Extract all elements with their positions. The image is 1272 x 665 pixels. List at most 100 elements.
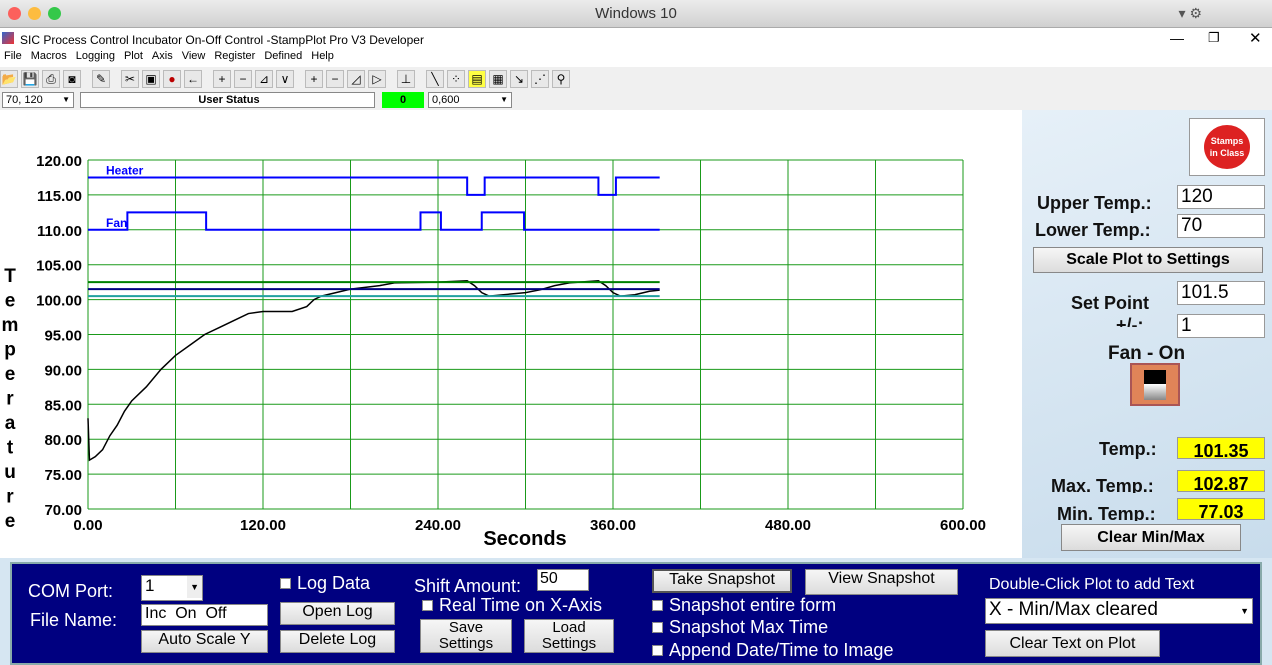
- lower-temp-label: Lower Temp.:: [1035, 220, 1151, 240]
- lower-temp-input[interactable]: 70: [1177, 214, 1265, 238]
- load-settings-button[interactable]: Load Settings: [524, 619, 614, 653]
- plus-icon[interactable]: +: [305, 70, 323, 88]
- fan-switch[interactable]: [1130, 363, 1180, 406]
- x-tick-label: 240.00: [415, 517, 461, 534]
- log-data-label: Log Data: [297, 573, 371, 593]
- delete-log-button[interactable]: Delete Log: [280, 630, 395, 653]
- menu-register[interactable]: Register: [214, 50, 255, 62]
- minus-icon[interactable]: −: [326, 70, 344, 88]
- range-select[interactable]: 70, 120 ▼: [2, 92, 74, 108]
- fan-status-label: Fan - On: [1108, 343, 1186, 364]
- log-data-checkbox[interactable]: Log Data: [280, 573, 370, 594]
- com-port-value: 1: [145, 576, 155, 595]
- menu-view[interactable]: View: [182, 50, 206, 62]
- x-tick-label: 360.00: [590, 517, 636, 534]
- axis-icon[interactable]: ⊥: [397, 70, 415, 88]
- os-title-bar: Windows 10 ▾ ⚙: [0, 0, 1272, 28]
- y-tick-label: 115.00: [37, 188, 82, 205]
- temperature-chart[interactable]: 70.0075.0080.0085.0090.0095.00100.00105.…: [0, 110, 1022, 558]
- toolbar: 📂 💾 ⎙ ◙ ✎ ✂ ▣ ● ← + − ⊿ ∨ + − ◿ ▷ ⊥ ╲ ⁘ ▤ ▦ ↘ ⋰ ⚲: [0, 67, 1272, 91]
- append-date-checkbox[interactable]: Append Date/Time to Image: [652, 640, 893, 661]
- append-date-label: Append Date/Time to Image: [669, 640, 894, 660]
- range-value: 70, 120: [6, 94, 43, 106]
- app-icon: [2, 32, 14, 44]
- zoom-out-icon[interactable]: ∨: [276, 70, 294, 88]
- plot-area[interactable]: 70.00 75.00 80.00 85.00 90.00 95.00 100.00 105.…: [0, 110, 1022, 558]
- user-status: User Status: [80, 92, 375, 108]
- expand-icon[interactable]: ◿: [347, 70, 365, 88]
- series-line-trace-2: [87, 279, 660, 462]
- eraser-icon[interactable]: ✎: [92, 70, 110, 88]
- real-time-checkbox[interactable]: Real Time on X-Axis: [422, 595, 602, 616]
- x-tick-label: 600.00: [940, 517, 986, 534]
- x-tick-label: 120.00: [240, 517, 286, 534]
- gear-icon[interactable]: ▾ ⚙: [1179, 5, 1202, 22]
- probe-icon[interactable]: ↘: [510, 70, 528, 88]
- take-snapshot-button[interactable]: Take Snapshot: [652, 569, 792, 593]
- menu-defined[interactable]: Defined: [264, 50, 302, 62]
- menu-plot[interactable]: Plot: [124, 50, 143, 62]
- restore-button[interactable]: ❐: [1208, 30, 1220, 46]
- upper-temp-label: Upper Temp.:: [1037, 193, 1152, 213]
- y-tick-label: 120.00: [36, 153, 82, 170]
- magnifier-icon[interactable]: ⚲: [552, 70, 570, 88]
- scale-plot-button[interactable]: Scale Plot to Settings: [1033, 247, 1263, 273]
- minimize-button[interactable]: —: [1170, 30, 1184, 46]
- plot-text-select[interactable]: X - Min/Max cleared ▼: [985, 598, 1253, 624]
- temp-value: 101.35: [1177, 437, 1265, 459]
- clipboard-icon[interactable]: ▦: [489, 70, 507, 88]
- com-port-select[interactable]: 1 ▼: [141, 575, 203, 601]
- points-icon[interactable]: ⁘: [447, 70, 465, 88]
- minus-icon[interactable]: −: [234, 70, 252, 88]
- camera-icon[interactable]: ◙: [63, 70, 81, 88]
- shrink-icon[interactable]: ▷: [368, 70, 386, 88]
- clear-text-button[interactable]: Clear Text on Plot: [985, 630, 1160, 657]
- open-log-button[interactable]: Open Log: [280, 602, 395, 625]
- y-tick-label: 100.00: [36, 293, 82, 310]
- double-click-hint: Double-Click Plot to add Text: [989, 576, 1195, 593]
- snapshot-form-label: Snapshot entire form: [669, 595, 837, 615]
- back-arrow-icon[interactable]: ←: [184, 70, 202, 88]
- series-label: Heater: [106, 163, 144, 177]
- snapshot-form-checkbox[interactable]: Snapshot entire form: [652, 595, 836, 616]
- save-icon[interactable]: 💾: [21, 70, 39, 88]
- shift-amount-input[interactable]: 50: [537, 569, 589, 591]
- stamps-in-class-logo: Stamps in Class: [1189, 118, 1265, 176]
- min-temp-value: 77.03: [1177, 498, 1265, 520]
- stop-icon[interactable]: ●: [163, 70, 181, 88]
- set-point-input[interactable]: 101.5: [1177, 281, 1265, 305]
- real-time-label: Real Time on X-Axis: [439, 595, 603, 615]
- upper-temp-input[interactable]: 120: [1177, 185, 1265, 209]
- monitor-icon[interactable]: ▣: [142, 70, 160, 88]
- min-temp-label: Min. Temp.:: [1057, 504, 1156, 521]
- shift-amount-label: Shift Amount:: [414, 576, 522, 596]
- plus-icon[interactable]: +: [213, 70, 231, 88]
- print-icon[interactable]: ⎙: [42, 70, 60, 88]
- note-icon[interactable]: ▤: [468, 70, 486, 88]
- menu-logging[interactable]: Logging: [76, 50, 115, 62]
- chevron-down-icon: ▼: [187, 576, 202, 598]
- y-tick-label: 80.00: [44, 432, 82, 449]
- y-axis-label: Temperature: [2, 266, 19, 532]
- open-icon[interactable]: 📂: [0, 70, 18, 88]
- menu-axis[interactable]: Axis: [152, 50, 173, 62]
- snapshot-max-checkbox[interactable]: Snapshot Max Time: [652, 617, 828, 638]
- clear-min-max-button[interactable]: Clear Min/Max: [1061, 524, 1241, 551]
- close-button[interactable]: ✕: [1249, 29, 1262, 47]
- menu-file[interactable]: File: [4, 50, 22, 62]
- menu-help[interactable]: Help: [311, 50, 334, 62]
- save-settings-button[interactable]: Save Settings: [420, 619, 512, 653]
- y-tick-label: 95.00: [44, 328, 82, 345]
- x-range-select[interactable]: 0,600 ▼: [428, 92, 512, 108]
- file-name-input[interactable]: Inc On Off: [141, 604, 268, 626]
- menu-macros[interactable]: Macros: [31, 50, 67, 62]
- view-snapshot-button[interactable]: View Snapshot: [805, 569, 958, 595]
- auto-scale-y-button[interactable]: Auto Scale Y: [141, 630, 268, 653]
- chart-icon[interactable]: ⋰: [531, 70, 549, 88]
- status-bar: 70, 120 ▼ User Status 0 0,600 ▼: [0, 91, 1272, 110]
- series-label: Fan: [106, 216, 127, 230]
- tools-icon[interactable]: ✂: [121, 70, 139, 88]
- tolerance-input[interactable]: 1: [1177, 314, 1265, 338]
- pen-icon[interactable]: ╲: [426, 70, 444, 88]
- zoom-in-icon[interactable]: ⊿: [255, 70, 273, 88]
